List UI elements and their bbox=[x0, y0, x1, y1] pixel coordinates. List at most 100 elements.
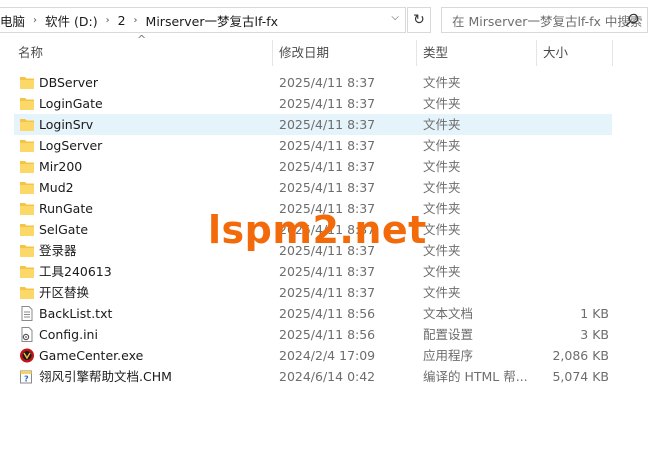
column-divider[interactable] bbox=[612, 40, 613, 66]
file-name: LoginGate bbox=[39, 96, 103, 111]
file-row[interactable]: 开区替换 2025/4/11 8:37 文件夹 bbox=[14, 282, 612, 303]
file-row[interactable]: LoginGate 2025/4/11 8:37 文件夹 bbox=[14, 93, 612, 114]
file-size: 1 KB bbox=[580, 306, 609, 321]
file-row[interactable]: 工具240613 2025/4/11 8:37 文件夹 bbox=[14, 261, 612, 282]
folder-icon bbox=[20, 119, 34, 131]
file-date: 2025/4/11 8:37 bbox=[279, 180, 376, 195]
address-bar-row: 电脑 › 软件 (D:) › 2 › Mirserver一梦复古lf-fx ⌵ … bbox=[0, 0, 648, 40]
address-bar[interactable]: 电脑 › 软件 (D:) › 2 › Mirserver一梦复古lf-fx ⌵ bbox=[0, 7, 406, 33]
file-name: DBServer bbox=[39, 75, 98, 90]
folder-icon bbox=[20, 224, 34, 236]
search-input[interactable]: 在 Mirserver一梦复古lf-fx 中搜索 bbox=[441, 7, 648, 33]
column-size[interactable]: 大小 bbox=[543, 40, 568, 66]
file-date: 2025/4/11 8:37 bbox=[279, 138, 376, 153]
file-date: 2025/4/11 8:37 bbox=[279, 264, 376, 279]
file-row[interactable]: GameCenter.exe 2024/2/4 17:09 应用程序 2,086… bbox=[14, 345, 612, 366]
file-size: 2,086 KB bbox=[552, 348, 609, 363]
file-type: 文件夹 bbox=[423, 138, 461, 153]
column-divider[interactable] bbox=[416, 40, 417, 66]
column-header: ^ 名称 修改日期 类型 大小 bbox=[0, 33, 648, 66]
watermark-text: lspm2.net bbox=[208, 208, 427, 252]
column-date[interactable]: 修改日期 bbox=[279, 40, 329, 66]
file-type: 文件夹 bbox=[423, 75, 461, 90]
folder-icon bbox=[20, 245, 34, 257]
file-name: SelGate bbox=[39, 222, 89, 237]
file-date: 2024/6/14 0:42 bbox=[279, 369, 376, 384]
file-name: 翎风引擎帮助文档.CHM bbox=[39, 369, 172, 384]
file-name: Config.ini bbox=[39, 327, 98, 342]
file-name: LogServer bbox=[39, 138, 103, 153]
text-file-icon bbox=[21, 306, 33, 321]
search-placeholder: 在 Mirserver一梦复古lf-fx 中搜索 bbox=[452, 13, 643, 29]
file-date: 2024/2/4 17:09 bbox=[279, 348, 376, 363]
folder-icon bbox=[20, 182, 34, 194]
breadcrumb-drive[interactable]: 软件 (D:) bbox=[45, 8, 98, 32]
app-exe-icon bbox=[20, 348, 34, 363]
file-type: 文本文档 bbox=[423, 306, 474, 321]
file-row[interactable]: LogServer 2025/4/11 8:37 文件夹 bbox=[14, 135, 612, 156]
file-row[interactable]: ? 翎风引擎帮助文档.CHM 2024/6/14 0:42 编译的 HTML 帮… bbox=[14, 366, 612, 387]
file-type: 应用程序 bbox=[423, 348, 474, 363]
chevron-right-icon[interactable]: › bbox=[25, 15, 45, 26]
file-date: 2025/4/11 8:56 bbox=[279, 306, 376, 321]
file-type: 文件夹 bbox=[423, 159, 461, 174]
file-name: Mud2 bbox=[39, 180, 74, 195]
breadcrumb-current-folder[interactable]: Mirserver一梦复古lf-fx bbox=[146, 8, 278, 32]
file-date: 2025/4/11 8:37 bbox=[279, 117, 376, 132]
file-row-selected[interactable]: LoginSrv 2025/4/11 8:37 文件夹 bbox=[14, 114, 612, 135]
file-type: 文件夹 bbox=[423, 96, 461, 111]
breadcrumb-folder-2[interactable]: 2 bbox=[118, 8, 126, 32]
file-type: 编译的 HTML 帮... bbox=[423, 369, 528, 384]
file-name: BackList.txt bbox=[39, 306, 113, 321]
column-divider[interactable] bbox=[272, 40, 273, 66]
config-file-icon bbox=[21, 327, 33, 342]
file-date: 2025/4/11 8:37 bbox=[279, 75, 376, 90]
file-name: 登录器 bbox=[39, 243, 77, 258]
refresh-button[interactable]: ↻ bbox=[407, 7, 431, 33]
file-date: 2025/4/11 8:37 bbox=[279, 285, 376, 300]
folder-icon bbox=[20, 266, 34, 278]
folder-icon bbox=[20, 287, 34, 299]
file-type: 文件夹 bbox=[423, 243, 461, 258]
chm-help-icon: ? bbox=[20, 370, 32, 384]
folder-icon bbox=[20, 77, 34, 89]
file-type: 文件夹 bbox=[423, 180, 461, 195]
chevron-down-icon[interactable]: ⌵ bbox=[391, 12, 399, 23]
file-row[interactable]: BackList.txt 2025/4/11 8:56 文本文档 1 KB bbox=[14, 303, 612, 324]
chevron-right-icon[interactable]: › bbox=[126, 15, 146, 26]
sort-ascending-icon: ^ bbox=[137, 33, 147, 46]
file-row[interactable]: Mud2 2025/4/11 8:37 文件夹 bbox=[14, 177, 612, 198]
file-type: 配置设置 bbox=[423, 327, 474, 342]
file-date: 2025/4/11 8:56 bbox=[279, 327, 376, 342]
file-name: LoginSrv bbox=[39, 117, 94, 132]
breadcrumb-pc[interactable]: 电脑 bbox=[0, 8, 25, 32]
file-date: 2025/4/11 8:37 bbox=[279, 96, 376, 111]
file-name: RunGate bbox=[39, 201, 93, 216]
file-name: Mir200 bbox=[39, 159, 83, 174]
svg-text:?: ? bbox=[24, 375, 29, 384]
file-row[interactable]: Mir200 2025/4/11 8:37 文件夹 bbox=[14, 156, 612, 177]
folder-icon bbox=[20, 161, 34, 173]
refresh-icon: ↻ bbox=[413, 12, 425, 28]
file-name: 开区替换 bbox=[39, 285, 90, 300]
file-type: 文件夹 bbox=[423, 117, 461, 132]
file-size: 5,074 KB bbox=[552, 369, 609, 384]
column-type[interactable]: 类型 bbox=[423, 40, 448, 66]
file-name: 工具240613 bbox=[39, 264, 112, 279]
file-date: 2025/4/11 8:37 bbox=[279, 159, 376, 174]
folder-icon bbox=[20, 140, 34, 152]
chevron-right-icon[interactable]: › bbox=[98, 15, 118, 26]
search-icon bbox=[625, 13, 639, 27]
file-size: 3 KB bbox=[580, 327, 609, 342]
column-name[interactable]: 名称 bbox=[18, 40, 43, 66]
file-row[interactable]: Config.ini 2025/4/11 8:56 配置设置 3 KB bbox=[14, 324, 612, 345]
folder-icon bbox=[20, 98, 34, 110]
file-type: 文件夹 bbox=[423, 201, 461, 216]
file-type: 文件夹 bbox=[423, 285, 461, 300]
file-row[interactable]: DBServer 2025/4/11 8:37 文件夹 bbox=[14, 72, 612, 93]
folder-icon bbox=[20, 203, 34, 215]
file-name: GameCenter.exe bbox=[39, 348, 144, 363]
file-type: 文件夹 bbox=[423, 264, 461, 279]
column-divider[interactable] bbox=[536, 40, 537, 66]
file-type: 文件夹 bbox=[423, 222, 461, 237]
